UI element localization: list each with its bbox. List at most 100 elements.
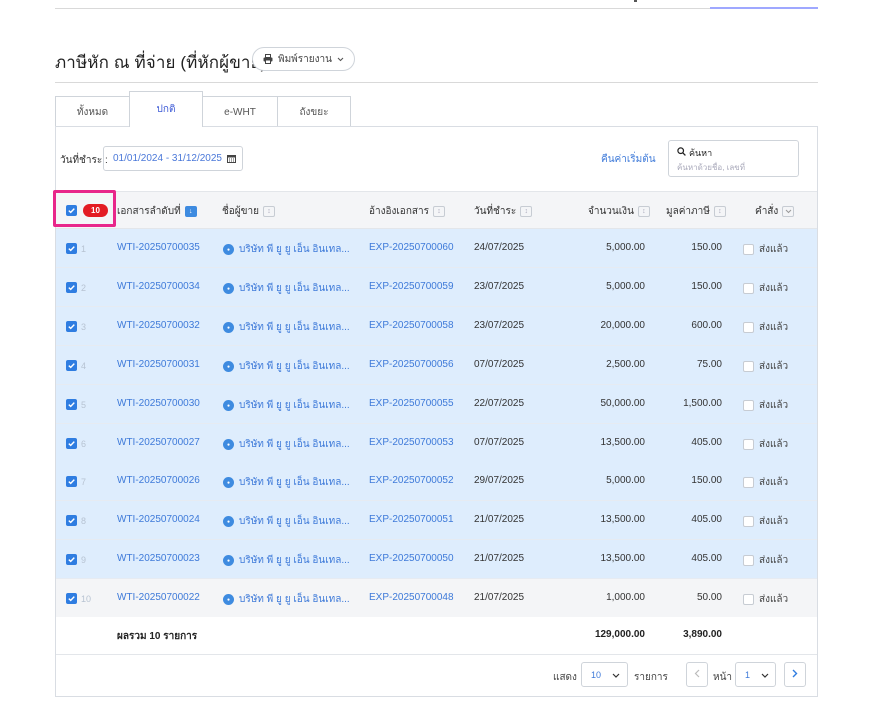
doc-no-link[interactable]: WTI-20250700030 bbox=[117, 398, 200, 409]
ref-doc-link[interactable]: EXP-20250700052 bbox=[369, 475, 454, 486]
doc-no-link[interactable]: WTI-20250700034 bbox=[117, 281, 200, 292]
sent-toggle[interactable]: ส่งแล้ว bbox=[743, 514, 788, 529]
row-checkbox[interactable] bbox=[66, 399, 77, 412]
checkbox-unchecked-icon bbox=[743, 283, 754, 294]
ref-doc-link[interactable]: EXP-20250700056 bbox=[369, 359, 454, 370]
checkbox-unchecked-icon bbox=[743, 477, 754, 488]
sort-icon[interactable]: ↕ bbox=[637, 206, 650, 217]
col-tax[interactable]: มูลค่าภาษี ↕ bbox=[666, 204, 726, 219]
vendor-link[interactable]: ● บริษัท พี ยู ยู เอ็น อินเทล... bbox=[223, 592, 350, 607]
col-doc-no[interactable]: เอกสารลำดับที่ ↓ bbox=[117, 204, 197, 219]
sort-desc-icon[interactable]: ↓ bbox=[184, 206, 197, 217]
col-amount[interactable]: จำนวนเงิน ↕ bbox=[588, 204, 650, 219]
row-index: 5 bbox=[81, 400, 87, 410]
page-select[interactable]: 1 bbox=[735, 662, 776, 687]
sort-icon[interactable]: ↕ bbox=[520, 206, 533, 217]
vendor-link[interactable]: ● บริษัท พี ยู ยู เอ็น อินเทล... bbox=[223, 398, 350, 413]
sent-toggle[interactable]: ส่งแล้ว bbox=[743, 281, 788, 296]
doc-no-link[interactable]: WTI-20250700031 bbox=[117, 359, 200, 370]
sort-icon[interactable]: ↕ bbox=[713, 206, 726, 217]
search-input[interactable]: ค้นหา ค้นหาด้วยชื่อ, เลขที่ bbox=[668, 140, 799, 177]
tab-ewht[interactable]: e-WHT bbox=[202, 96, 278, 127]
print-report-button[interactable]: พิมพ์รายงาน bbox=[252, 47, 355, 71]
prev-page-button[interactable] bbox=[686, 662, 708, 687]
col-ref[interactable]: อ้างอิงเอกสาร ↕ bbox=[369, 204, 445, 219]
sent-toggle[interactable]: ส่งแล้ว bbox=[743, 398, 788, 413]
tab-trash[interactable]: ถังขยะ bbox=[277, 96, 351, 127]
sent-toggle[interactable]: ส่งแล้ว bbox=[743, 359, 788, 374]
ref-doc-link[interactable]: EXP-20250700048 bbox=[369, 592, 454, 603]
table-row[interactable]: 6 WTI-20250700027 ● บริษัท พี ยู ยู เอ็น อิ… bbox=[56, 424, 817, 463]
vendor-avatar-icon: ● bbox=[223, 594, 234, 605]
table-row[interactable]: 2 WTI-20250700034 ● บริษัท พี ยู ยู เอ็น อิ… bbox=[56, 268, 817, 307]
ref-doc-link[interactable]: EXP-20250700053 bbox=[369, 437, 454, 448]
checkbox-checked-icon bbox=[66, 399, 77, 410]
amount: 13,500.00 bbox=[600, 514, 646, 525]
vendor-name: บริษัท พี ยู ยู เอ็น อินเทล... bbox=[239, 400, 350, 411]
doc-no-link[interactable]: WTI-20250700026 bbox=[117, 475, 200, 486]
table-row[interactable]: 9 WTI-20250700023 ● บริษัท พี ยู ยู เอ็น อิ… bbox=[56, 540, 817, 579]
vendor-link[interactable]: ● บริษัท พี ยู ยู เอ็น อินเทล... bbox=[223, 359, 350, 374]
checkbox-checked-icon bbox=[66, 554, 77, 565]
col-vendor[interactable]: ชื่อผู้ขาย ↕ bbox=[222, 204, 275, 219]
vendor-link[interactable]: ● บริษัท พี ยู ยู เอ็น อินเทล... bbox=[223, 475, 350, 490]
vendor-link[interactable]: ● บริษัท พี ยู ยู เอ็น อินเทล... bbox=[223, 514, 350, 529]
ref-doc-link[interactable]: EXP-20250700055 bbox=[369, 398, 454, 409]
row-checkbox[interactable] bbox=[66, 554, 77, 567]
vendor-link[interactable]: ● บริษัท พี ยู ยู เอ็น อินเทล... bbox=[223, 553, 350, 568]
chevron-down-icon bbox=[337, 54, 344, 65]
col-pay-date[interactable]: วันที่ชำระ ↕ bbox=[474, 204, 533, 219]
page-size-select[interactable]: 10 bbox=[581, 662, 628, 687]
row-checkbox[interactable] bbox=[66, 321, 77, 334]
row-checkbox[interactable] bbox=[66, 438, 77, 451]
vendor-link[interactable]: ● บริษัท พี ยู ยู เอ็น อินเทล... bbox=[223, 437, 350, 452]
amount: 1,000.00 bbox=[606, 592, 645, 603]
row-checkbox[interactable] bbox=[66, 282, 77, 295]
sort-icon[interactable]: ↕ bbox=[262, 206, 275, 217]
date-range-input[interactable]: 01/01/2024 - 31/12/2025 bbox=[103, 146, 243, 171]
tab-all[interactable]: ทั้งหมด bbox=[55, 96, 130, 127]
row-checkbox[interactable] bbox=[66, 243, 77, 256]
next-page-button[interactable] bbox=[784, 662, 806, 687]
vendor-link[interactable]: ● บริษัท พี ยู ยู เอ็น อินเทล... bbox=[223, 320, 350, 335]
vendor-link[interactable]: ● บริษัท พี ยู ยู เอ็น อินเทล... bbox=[223, 281, 350, 296]
col-pay-date-label: วันที่ชำระ bbox=[474, 206, 517, 217]
ref-doc-link[interactable]: EXP-20250700058 bbox=[369, 320, 454, 331]
doc-no-link[interactable]: WTI-20250700032 bbox=[117, 320, 200, 331]
sent-toggle[interactable]: ส่งแล้ว bbox=[743, 592, 788, 607]
row-checkbox[interactable] bbox=[66, 360, 77, 373]
ref-doc-link[interactable]: EXP-20250700059 bbox=[369, 281, 454, 292]
reset-filters-link[interactable]: คืนค่าเริ่มต้น bbox=[601, 152, 656, 167]
row-checkbox[interactable] bbox=[66, 515, 77, 528]
doc-no-link[interactable]: WTI-20250700023 bbox=[117, 553, 200, 564]
col-command[interactable]: คำสั่ง bbox=[755, 204, 795, 219]
vendor-link[interactable]: ● บริษัท พี ยู ยู เอ็น อินเทล... bbox=[223, 242, 350, 257]
doc-no-link[interactable]: WTI-20250700027 bbox=[117, 437, 200, 448]
table-row[interactable]: 4 WTI-20250700031 ● บริษัท พี ยู ยู เอ็น อิ… bbox=[56, 346, 817, 385]
doc-no-link[interactable]: WTI-20250700022 bbox=[117, 592, 200, 603]
row-checkbox[interactable] bbox=[66, 476, 77, 489]
tab-normal[interactable]: ปกติ bbox=[129, 91, 203, 127]
table-row[interactable]: 5 WTI-20250700030 ● บริษัท พี ยู ยู เอ็น อิ… bbox=[56, 385, 817, 424]
checkbox-checked-icon bbox=[66, 438, 77, 449]
row-index: 8 bbox=[81, 516, 87, 526]
row-checkbox[interactable] bbox=[66, 593, 77, 606]
sent-toggle[interactable]: ส่งแล้ว bbox=[743, 437, 788, 452]
sort-icon[interactable]: ↕ bbox=[432, 206, 445, 217]
sent-toggle[interactable]: ส่งแล้ว bbox=[743, 553, 788, 568]
sent-toggle[interactable]: ส่งแล้ว bbox=[743, 242, 788, 257]
table-row[interactable]: 10 WTI-20250700022 ● บริษัท พี ยู ยู เอ็น อ… bbox=[56, 579, 817, 618]
doc-no-link[interactable]: WTI-20250700035 bbox=[117, 242, 200, 253]
doc-no-link[interactable]: WTI-20250700024 bbox=[117, 514, 200, 525]
table-row[interactable]: 8 WTI-20250700024 ● บริษัท พี ยู ยู เอ็น อิ… bbox=[56, 501, 817, 540]
ref-doc-link[interactable]: EXP-20250700051 bbox=[369, 514, 454, 525]
ref-doc-link[interactable]: EXP-20250700060 bbox=[369, 242, 454, 253]
vendor-avatar-icon: ● bbox=[223, 244, 234, 255]
table-row[interactable]: 1 WTI-20250700035 ● บริษัท พี ยู ยู เอ็น อิ… bbox=[56, 229, 817, 268]
sent-toggle[interactable]: ส่งแล้ว bbox=[743, 475, 788, 490]
ref-doc-link[interactable]: EXP-20250700050 bbox=[369, 553, 454, 564]
table-row[interactable]: 3 WTI-20250700032 ● บริษัท พี ยู ยู เอ็น อิ… bbox=[56, 307, 817, 346]
sent-toggle[interactable]: ส่งแล้ว bbox=[743, 320, 788, 335]
table-row[interactable]: 7 WTI-20250700026 ● บริษัท พี ยู ยู เอ็น อิ… bbox=[56, 462, 817, 501]
chevron-down-icon[interactable] bbox=[782, 206, 795, 217]
